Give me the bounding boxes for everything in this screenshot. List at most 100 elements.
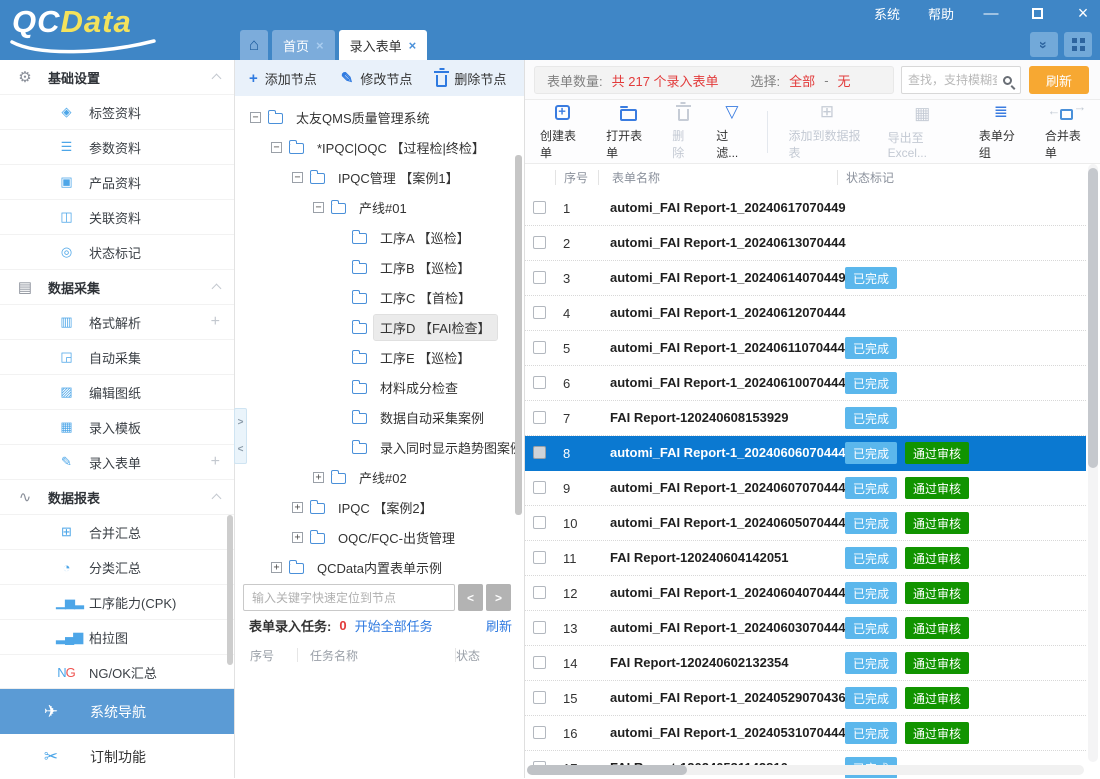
collapse-box-icon[interactable]: − <box>313 202 324 213</box>
tree-node[interactable]: −IPQC管理 【案例1】 <box>235 162 517 192</box>
open-form-button[interactable]: 打开表单 <box>595 102 661 161</box>
modify-node-button[interactable]: ✎修改节点 <box>341 69 413 88</box>
sidebar-item-auto-collect[interactable]: ◲自动采集 <box>0 340 234 375</box>
vertical-scrollbar-track[interactable] <box>1088 164 1098 762</box>
tree-search-input[interactable] <box>243 584 455 611</box>
row-checkbox[interactable] <box>533 516 546 529</box>
table-row[interactable]: 15automi_FAI Report-1_20240529070436已完成通… <box>525 681 1086 716</box>
expand-box-icon[interactable]: + <box>292 532 303 543</box>
sidebar-item-entry-form[interactable]: ✎录入表单+ <box>0 445 234 480</box>
expand-box-icon[interactable]: + <box>271 562 282 573</box>
vertical-scrollbar-thumb[interactable] <box>1088 168 1098 468</box>
merge-form-button[interactable]: 合并表单 <box>1034 102 1100 161</box>
tree-node[interactable]: 材料成分检查 <box>235 372 517 402</box>
table-row[interactable]: 14FAI Report-120240602132354已完成通过审核 <box>525 646 1086 681</box>
tab-homepage[interactable]: 首页 × <box>272 30 335 60</box>
tree-node-label[interactable]: 产线#01 <box>353 195 413 220</box>
tree-node-label[interactable]: IPQC 【案例2】 <box>332 495 439 520</box>
collapse-right-icon[interactable]: > <box>238 417 244 428</box>
horizontal-scrollbar-thumb[interactable] <box>527 765 687 775</box>
menu-system[interactable]: 系统 <box>874 4 900 23</box>
tree-node-label[interactable]: 工序C 【首检】 <box>374 285 477 310</box>
expand-box-icon[interactable]: + <box>313 472 324 483</box>
table-row[interactable]: 1automi_FAI Report-1_20240617070449 <box>525 191 1086 226</box>
table-row[interactable]: 2automi_FAI Report-1_20240613070444 <box>525 226 1086 261</box>
sidebar-item-cpk[interactable]: ▁▅▂工序能力(CPK) <box>0 585 234 620</box>
row-checkbox[interactable] <box>533 201 546 214</box>
tree-node[interactable]: 录入同时显示趋势图案例 <box>235 432 517 462</box>
tree-node[interactable]: 工序E 【巡检】 <box>235 342 517 372</box>
sidebar-item-custom-func[interactable]: ✂订制功能 <box>0 734 234 779</box>
sidebar-section-data-collection[interactable]: ▤数据采集 <box>0 270 234 305</box>
tree-node[interactable]: − 产线#01 <box>235 192 517 222</box>
refresh-button[interactable]: 刷新 <box>1029 66 1089 94</box>
tree-node-label[interactable]: 工序D 【FAI检查】 <box>374 315 497 340</box>
table-row[interactable]: 8automi_FAI Report-1_20240606070444已完成通过… <box>525 436 1086 471</box>
tree-scrollbar[interactable] <box>515 155 522 515</box>
tree-node-label[interactable]: 工序E 【巡检】 <box>374 345 476 370</box>
plus-icon[interactable]: + <box>211 453 220 471</box>
form-search-input[interactable] <box>902 73 1003 87</box>
sidebar-item-parameter-data[interactable]: ☰参数资料 <box>0 130 234 165</box>
collapse-toolbar-button[interactable]: » <box>1030 32 1058 57</box>
tree-node-label[interactable]: *IPQC|OQC 【过程检|终检】 <box>311 135 491 160</box>
tree-node-label[interactable]: 材料成分检查 <box>374 375 464 400</box>
panel-collapse-handle[interactable]: > < <box>234 408 247 464</box>
table-row[interactable]: 3automi_FAI Report-1_20240614070449已完成 <box>525 261 1086 296</box>
collapse-box-icon[interactable]: − <box>250 112 261 123</box>
table-row[interactable]: 11FAI Report-120240604142051已完成通过审核 <box>525 541 1086 576</box>
tree-node[interactable]: 工序B 【巡检】 <box>235 252 517 282</box>
sidebar-item-status-mark[interactable]: ◎状态标记 <box>0 235 234 270</box>
plus-icon[interactable]: + <box>211 313 220 331</box>
delete-node-button[interactable]: 删除节点 <box>436 69 506 88</box>
row-checkbox[interactable] <box>533 621 546 634</box>
sidebar-section-basic-settings[interactable]: ⚙基础设置 <box>0 60 234 95</box>
table-row[interactable]: 12automi_FAI Report-1_20240604070444已完成通… <box>525 576 1086 611</box>
tree-node-label[interactable]: 产线#02 <box>353 465 413 490</box>
sidebar-scrollbar[interactable] <box>227 515 233 665</box>
tree-node[interactable]: 工序C 【首检】 <box>235 282 517 312</box>
tree-node[interactable]: + QCData内置表单示例 <box>235 552 517 582</box>
grid-menu-button[interactable] <box>1064 32 1092 57</box>
tree-node-label[interactable]: 工序A 【巡检】 <box>374 225 476 250</box>
chevron-up-icon[interactable] <box>212 74 222 84</box>
row-checkbox[interactable] <box>533 236 546 249</box>
select-none-link[interactable]: 无 <box>838 71 851 90</box>
chevron-up-icon[interactable] <box>212 284 222 294</box>
locate-prev-button[interactable]: < <box>458 584 483 611</box>
tab-close-icon[interactable]: × <box>409 38 417 53</box>
table-row[interactable]: 10automi_FAI Report-1_20240605070444已完成通… <box>525 506 1086 541</box>
tree-node[interactable]: + IPQC 【案例2】 <box>235 492 517 522</box>
search-icon[interactable] <box>1003 76 1012 85</box>
tree-node[interactable]: + 产线#02 <box>235 462 517 492</box>
maximize-icon[interactable] <box>1028 5 1046 23</box>
tree-node[interactable]: 数据自动采集案例 <box>235 402 517 432</box>
minimize-icon[interactable]: — <box>982 5 1000 23</box>
sidebar-item-category-summary[interactable]: ◔分类汇总 <box>0 550 234 585</box>
sidebar-item-system-nav[interactable]: ✈系统导航 <box>0 689 234 734</box>
sidebar-item-relation-data[interactable]: ◫关联资料 <box>0 200 234 235</box>
tab-close-icon[interactable]: × <box>316 38 324 53</box>
sidebar-item-product-data[interactable]: ▣产品资料 <box>0 165 234 200</box>
menu-help[interactable]: 帮助 <box>928 4 954 23</box>
horizontal-scrollbar-track[interactable] <box>527 765 1084 775</box>
tree-node[interactable]: 工序D 【FAI检查】 <box>235 312 517 342</box>
tree-node-label[interactable]: QCData内置表单示例 <box>311 555 448 580</box>
tree-node-label[interactable]: OQC/FQC-出货管理 <box>332 525 461 550</box>
row-checkbox[interactable] <box>533 656 546 669</box>
tree-node[interactable]: 工序A 【巡检】 <box>235 222 517 252</box>
tree-node-label[interactable]: 录入同时显示趋势图案例 <box>374 435 517 460</box>
close-icon[interactable]: × <box>1074 5 1092 23</box>
table-row[interactable]: 9automi_FAI Report-1_20240607070444已完成通过… <box>525 471 1086 506</box>
sidebar-item-entry-template[interactable]: ▦录入模板 <box>0 410 234 445</box>
table-row[interactable]: 16automi_FAI Report-1_20240531070444已完成通… <box>525 716 1086 751</box>
sidebar-item-ng-ok[interactable]: NGNG/OK汇总 <box>0 655 234 688</box>
row-checkbox[interactable] <box>533 306 546 319</box>
sidebar-item-pareto[interactable]: ▂▄▆柏拉图 <box>0 620 234 655</box>
table-row[interactable]: 7FAI Report-120240608153929已完成 <box>525 401 1086 436</box>
row-checkbox[interactable] <box>533 411 546 424</box>
expand-box-icon[interactable]: + <box>292 502 303 513</box>
row-checkbox[interactable] <box>533 551 546 564</box>
filter-button[interactable]: ▽过滤... <box>705 102 758 161</box>
tree-node[interactable]: −太友QMS质量管理系统 <box>235 102 517 132</box>
